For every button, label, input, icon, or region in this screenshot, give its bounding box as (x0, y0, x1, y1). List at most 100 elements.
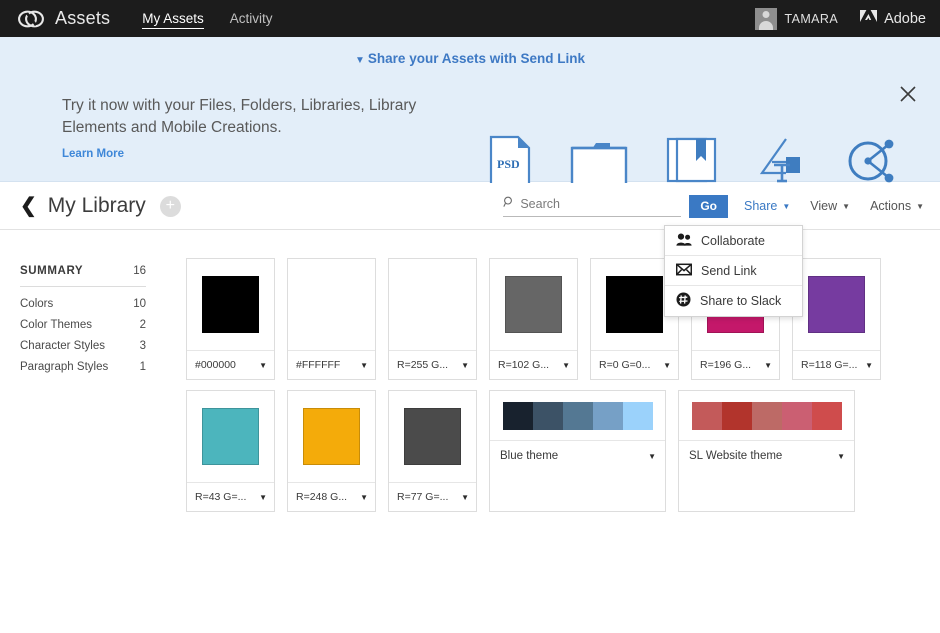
theme-color-stop (812, 402, 842, 430)
card-footer: R=248 G... ▼ (288, 483, 375, 511)
color-swatch-label: #FFFFFF (296, 359, 356, 371)
learn-more-link[interactable]: Learn More (62, 148, 124, 160)
plus-circle-icon[interactable]: + (160, 196, 181, 217)
color-theme-card[interactable]: SL Website theme ▼ (678, 390, 855, 512)
chevron-down-icon: ▼ (782, 202, 790, 211)
theme-color-stop (722, 402, 752, 430)
chevron-down-icon[interactable]: ▼ (562, 361, 570, 370)
summary-count: 16 (133, 265, 146, 277)
search-box[interactable] (503, 195, 681, 217)
color-swatch-card[interactable]: #FFFFFF ▼ (287, 258, 376, 380)
chevron-down-icon[interactable]: ▼ (259, 493, 267, 502)
sidebar-item-count: 3 (140, 340, 146, 352)
menu-item-send-link[interactable]: Send Link (665, 256, 802, 286)
color-swatch-card[interactable]: R=248 G... ▼ (287, 390, 376, 512)
color-swatch-label: R=102 G... (498, 359, 558, 371)
envelope-icon (676, 263, 692, 279)
theme-color-stop (782, 402, 812, 430)
color-swatch-thumbnail (288, 259, 375, 351)
card-footer: Blue theme ▼ (490, 441, 665, 471)
avatar-body (759, 21, 773, 30)
card-footer: R=0 G=0... ▼ (591, 351, 678, 379)
card-footer: R=196 G...▼ (692, 351, 779, 379)
collaborate-people-icon (676, 233, 692, 249)
top-nav-list: My Assets Activity (142, 0, 298, 37)
chevron-down-icon[interactable]: ▼ (461, 493, 469, 502)
color-swatch-label: R=248 G... (296, 491, 356, 503)
adobe-brand[interactable]: Adobe (860, 8, 926, 29)
view-menu-button[interactable]: View ▼ (810, 199, 850, 213)
theme-color-stop (752, 402, 782, 430)
card-footer: R=102 G... ▼ (490, 351, 577, 379)
chevron-down-icon[interactable]: ▼ (259, 361, 267, 370)
color-swatch-label: R=255 G... (397, 359, 457, 371)
color-swatch-label: R=0 G=0... (599, 359, 659, 371)
share-menu-button[interactable]: Share ▼ (744, 199, 790, 213)
sidebar-item-label: Paragraph Styles (20, 361, 108, 373)
card-footer: R=255 G... ▼ (389, 351, 476, 379)
app-title: Assets (55, 8, 110, 29)
actions-menu-label: Actions (870, 199, 911, 213)
card-footer: R=118 G=...▼ (793, 351, 880, 379)
color-swatch-card[interactable]: R=118 G=...▼ (792, 258, 881, 380)
chevron-down-icon[interactable]: ▼ (360, 361, 368, 370)
card-footer: #FFFFFF ▼ (288, 351, 375, 379)
theme-color-stop (593, 402, 623, 430)
color-swatch-card[interactable]: R=43 G=...▼ (186, 390, 275, 512)
banner-headline[interactable]: ▼Share your Assets with Send Link (0, 51, 940, 66)
color-swatch (606, 276, 663, 333)
sidebar-item-count: 2 (140, 319, 146, 331)
chevron-down-icon: ▼ (916, 202, 924, 211)
username-label[interactable]: TAMARA (785, 12, 839, 26)
menu-item-share-to-slack[interactable]: Share to Slack (665, 286, 802, 316)
tab-activity[interactable]: Activity (230, 0, 273, 37)
user-avatar-icon[interactable] (755, 8, 777, 30)
close-icon[interactable] (896, 82, 920, 106)
color-swatch-thumbnail (389, 259, 476, 351)
sidebar-item-paragraph-styles[interactable]: Paragraph Styles 1 (20, 361, 146, 373)
chevron-down-icon[interactable]: ▼ (865, 361, 873, 370)
color-swatch (404, 408, 461, 465)
actions-menu-button[interactable]: Actions ▼ (870, 199, 924, 213)
color-theme-thumbnail (679, 391, 854, 441)
creative-cloud-icon[interactable] (16, 4, 46, 34)
color-theme-label: SL Website theme (689, 450, 833, 462)
tab-my-assets[interactable]: My Assets (142, 0, 204, 37)
color-swatch (202, 276, 259, 333)
asset-grid: #000000▼#FFFFFF▼R=255 G...▼R=102 G...▼R=… (186, 230, 940, 512)
color-theme-label: Blue theme (500, 450, 644, 462)
chevron-down-icon[interactable]: ▼ (648, 452, 656, 461)
theme-color-stop (533, 402, 563, 430)
share-menu-label: Share (744, 199, 777, 213)
view-menu-label: View (810, 199, 837, 213)
color-swatch-label: #000000 (195, 359, 255, 371)
card-footer: SL Website theme ▼ (679, 441, 854, 471)
menu-item-collaborate[interactable]: Collaborate (665, 226, 802, 256)
chevron-down-icon: ▼ (355, 55, 365, 66)
sidebar-item-colors[interactable]: Colors 10 (20, 298, 146, 310)
chevron-left-icon[interactable]: ❮ (20, 196, 37, 216)
color-swatch (404, 276, 461, 333)
sidebar-item-color-themes[interactable]: Color Themes 2 (20, 319, 146, 331)
color-swatch-card[interactable]: R=77 G=...▼ (388, 390, 477, 512)
color-swatch-card[interactable]: R=255 G... ▼ (388, 258, 477, 380)
card-footer: R=43 G=...▼ (187, 483, 274, 511)
color-swatch-thumbnail (187, 391, 274, 483)
chevron-down-icon[interactable]: ▼ (663, 361, 671, 370)
menu-item-label: Collaborate (701, 234, 765, 248)
color-swatch-card[interactable]: R=102 G... ▼ (489, 258, 578, 380)
summary-sidebar: SUMMARY 16 Colors 10 Color Themes 2 Char… (0, 230, 166, 382)
slack-icon (676, 292, 691, 310)
sidebar-item-character-styles[interactable]: Character Styles 3 (20, 340, 146, 352)
color-theme-card[interactable]: Blue theme ▼ (489, 390, 666, 512)
go-button[interactable]: Go (689, 195, 728, 218)
chevron-down-icon[interactable]: ▼ (837, 452, 845, 461)
search-input[interactable] (520, 197, 681, 211)
color-swatch-card[interactable]: #000000 ▼ (186, 258, 275, 380)
sidebar-item-label: Color Themes (20, 319, 92, 331)
chevron-down-icon[interactable]: ▼ (461, 361, 469, 370)
banner-text-block: Try it now with your Files, Folders, Lib… (62, 95, 442, 162)
color-swatch (202, 408, 259, 465)
chevron-down-icon[interactable]: ▼ (360, 493, 368, 502)
chevron-down-icon[interactable]: ▼ (764, 361, 772, 370)
